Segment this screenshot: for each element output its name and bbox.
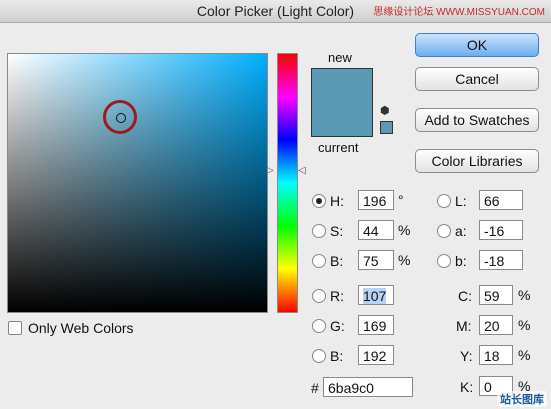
color-field[interactable] xyxy=(7,53,268,313)
blue-label: B: xyxy=(330,348,344,364)
hue-slider-left-arrow-icon[interactable]: ▷ xyxy=(266,165,274,176)
only-web-colors-checkbox[interactable] xyxy=(8,321,22,335)
b-field[interactable]: 75 xyxy=(358,250,394,270)
r-label: R: xyxy=(330,288,344,304)
g-label: G: xyxy=(330,318,345,334)
color-libraries-button[interactable]: Color Libraries xyxy=(415,149,539,173)
l-label: L: xyxy=(455,193,467,209)
lab-b-field[interactable]: -18 xyxy=(479,250,523,270)
color-cursor-icon xyxy=(116,113,126,123)
radio-lab-b[interactable] xyxy=(437,254,451,268)
watermark-top: 思缘设计论坛 WWW.MISSYUAN.COM xyxy=(373,7,545,18)
m-unit: % xyxy=(518,317,531,333)
g-field[interactable]: 169 xyxy=(358,315,394,335)
hex-label: # xyxy=(311,380,319,396)
radio-h[interactable] xyxy=(312,194,326,208)
radio-blue[interactable] xyxy=(312,349,326,363)
only-web-colors-label: Only Web Colors xyxy=(28,320,134,336)
radio-s[interactable] xyxy=(312,224,326,238)
radio-r[interactable] xyxy=(312,289,326,303)
websafe-swatch-icon[interactable] xyxy=(380,121,393,134)
a-label: a: xyxy=(455,223,467,239)
hue-slider[interactable] xyxy=(277,53,298,313)
radio-l[interactable] xyxy=(437,194,451,208)
a-field[interactable]: -16 xyxy=(479,220,523,240)
color-preview-swatch xyxy=(311,68,373,137)
m-field[interactable]: 20 xyxy=(479,315,513,335)
add-to-swatches-button[interactable]: Add to Swatches xyxy=(415,108,539,132)
b-unit: % xyxy=(398,252,411,268)
c-unit: % xyxy=(518,287,531,303)
hex-field[interactable]: 6ba9c0 xyxy=(323,377,413,397)
watermark-bottom: 站长图库 xyxy=(497,391,547,407)
y-unit: % xyxy=(518,347,531,363)
r-value-selected: 107 xyxy=(363,288,387,304)
c-field[interactable]: 59 xyxy=(479,285,513,305)
c-label: C: xyxy=(458,288,472,304)
cancel-button[interactable]: Cancel xyxy=(415,67,539,91)
hue-slider-right-arrow-icon[interactable]: ◁ xyxy=(298,165,306,176)
h-unit: ° xyxy=(398,192,404,208)
y-field[interactable]: 18 xyxy=(479,345,513,365)
r-field[interactable]: 107 xyxy=(358,285,394,305)
l-field[interactable]: 66 xyxy=(479,190,523,210)
s-label: S: xyxy=(330,223,344,239)
ok-button[interactable]: OK xyxy=(415,33,539,57)
cube-icon[interactable]: ⬢ xyxy=(380,104,390,117)
radio-b[interactable] xyxy=(312,254,326,268)
lab-b-label: b: xyxy=(455,253,467,269)
b-label: B: xyxy=(330,253,344,269)
s-unit: % xyxy=(398,222,411,238)
s-field[interactable]: 44 xyxy=(358,220,394,240)
h-label: H: xyxy=(330,193,344,209)
k-label: K: xyxy=(460,379,474,395)
current-label: current xyxy=(318,140,359,155)
new-label: new xyxy=(328,50,352,65)
h-field[interactable]: 196 xyxy=(358,190,394,210)
blue-field[interactable]: 192 xyxy=(358,345,394,365)
radio-g[interactable] xyxy=(312,319,326,333)
radio-a[interactable] xyxy=(437,224,451,238)
y-label: Y: xyxy=(460,348,473,364)
only-web-colors[interactable]: Only Web Colors xyxy=(8,320,134,336)
m-label: M: xyxy=(456,318,472,334)
